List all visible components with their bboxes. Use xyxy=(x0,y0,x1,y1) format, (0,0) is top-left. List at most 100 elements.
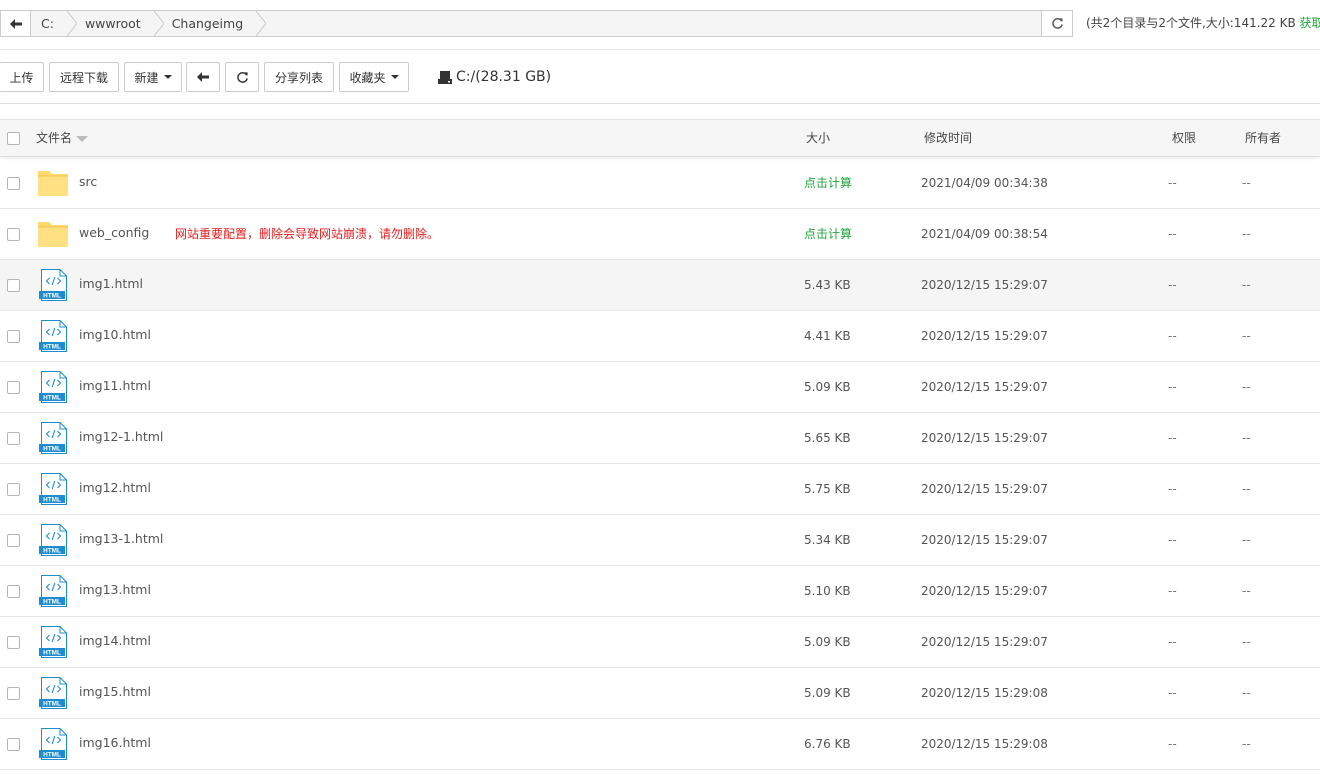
folder-icon xyxy=(38,171,68,196)
calculate-size-link[interactable]: 点击计算 xyxy=(804,209,852,259)
svg-text:HTML: HTML xyxy=(43,548,61,555)
row-checkbox[interactable] xyxy=(7,636,20,649)
mtime-column-header[interactable]: 修改时间 xyxy=(924,120,972,157)
file-name-link[interactable]: img12.html xyxy=(79,464,151,514)
owner: -- xyxy=(1242,584,1251,598)
table-row[interactable]: HTML img15.html 5.09 KB 2020/12/15 15:29:0… xyxy=(0,668,1320,719)
chevron-right-icon xyxy=(256,11,267,36)
modified-time: 2020/12/15 15:29:07 xyxy=(921,329,1048,343)
row-checkbox[interactable] xyxy=(7,738,20,751)
arrow-left-icon xyxy=(197,72,209,82)
file-name-link[interactable]: img1.html xyxy=(79,260,143,310)
row-checkbox[interactable] xyxy=(7,330,20,343)
upload-button[interactable]: 上传 xyxy=(0,62,44,92)
file-size: 5.34 KB xyxy=(804,533,851,547)
permission: -- xyxy=(1168,380,1177,394)
name-column-header[interactable]: 文件名 xyxy=(36,120,89,157)
html-file-icon: HTML xyxy=(39,320,67,352)
divider xyxy=(0,103,1320,104)
share-list-button[interactable]: 分享列表 xyxy=(264,62,334,92)
svg-text:HTML: HTML xyxy=(43,701,61,708)
path-refresh-button[interactable] xyxy=(1041,10,1073,37)
hard-drive-icon xyxy=(438,70,452,84)
permission: -- xyxy=(1168,278,1177,292)
file-name-link[interactable]: img14.html xyxy=(79,617,151,667)
new-dropdown-button[interactable]: 新建 xyxy=(124,62,182,92)
file-table-body: src 点击计算 2021/04/09 00:34:38 -- -- web_confi… xyxy=(0,158,1320,770)
svg-text:HTML: HTML xyxy=(43,497,61,504)
owner: -- xyxy=(1242,533,1251,547)
sort-down-icon xyxy=(76,135,89,142)
directory-summary: (共2个目录与2个文件,大小:141.22 KB 获取) xyxy=(1086,10,1320,37)
file-name-link[interactable]: img13-1.html xyxy=(79,515,163,565)
row-checkbox[interactable] xyxy=(7,432,20,445)
caret-down-icon xyxy=(390,75,399,79)
new-button-label: 新建 xyxy=(134,70,159,85)
file-name-link[interactable]: src xyxy=(79,158,97,208)
row-checkbox[interactable] xyxy=(7,381,20,394)
table-row[interactable]: HTML img12-1.html 5.65 KB 2020/12/15 15:29… xyxy=(0,413,1320,464)
permission: -- xyxy=(1168,482,1177,496)
table-row[interactable]: src 点击计算 2021/04/09 00:34:38 -- -- xyxy=(0,158,1320,209)
row-checkbox[interactable] xyxy=(7,585,20,598)
refresh-icon xyxy=(1051,18,1063,29)
modified-time: 2020/12/15 15:29:07 xyxy=(921,278,1048,292)
modified-time: 2020/12/15 15:29:07 xyxy=(921,533,1048,547)
file-name-link[interactable]: img16.html xyxy=(79,719,151,769)
warning-note: 网站重要配置，删除会导致网站崩溃，请勿删除。 xyxy=(175,227,440,241)
file-name-link[interactable]: img13.html xyxy=(79,566,151,616)
disk-selector[interactable]: C:/(28.31 GB) xyxy=(438,62,551,92)
breadcrumb-item[interactable]: C: xyxy=(31,11,77,36)
html-file-icon: HTML xyxy=(39,422,67,454)
row-checkbox[interactable] xyxy=(7,279,20,292)
size-column-header[interactable]: 大小 xyxy=(806,120,830,157)
divider xyxy=(0,49,1320,50)
row-checkbox[interactable] xyxy=(7,534,20,547)
back-button[interactable] xyxy=(186,62,220,92)
file-name-link[interactable]: web_config xyxy=(79,209,149,259)
html-file-icon: HTML xyxy=(39,269,67,301)
row-checkbox[interactable] xyxy=(7,687,20,700)
table-row[interactable]: HTML img14.html 5.09 KB 2020/12/15 15:29:0… xyxy=(0,617,1320,668)
file-name-link[interactable]: img12-1.html xyxy=(79,413,163,463)
permission: -- xyxy=(1168,329,1177,343)
remote-download-button[interactable]: 远程下载 xyxy=(49,62,119,92)
file-table-header: 文件名 大小 修改时间 权限 所有者 xyxy=(0,119,1320,157)
permission: -- xyxy=(1168,431,1177,445)
table-row[interactable]: HTML img10.html 4.41 KB 2020/12/15 15:29:0… xyxy=(0,311,1320,362)
breadcrumb-item[interactable]: wwwroot xyxy=(75,11,164,36)
row-checkbox[interactable] xyxy=(7,177,20,190)
file-name-link[interactable]: img10.html xyxy=(79,311,151,361)
file-size: 6.76 KB xyxy=(804,737,851,751)
table-row[interactable]: HTML img11.html 5.09 KB 2020/12/15 15:29:0… xyxy=(0,362,1320,413)
arrow-left-icon xyxy=(9,18,22,29)
select-all-checkbox[interactable] xyxy=(7,132,20,145)
table-row[interactable]: web_config 网站重要配置，删除会导致网站崩溃，请勿删除。 点击计算 2021… xyxy=(0,209,1320,260)
modified-time: 2020/12/15 15:29:07 xyxy=(921,584,1048,598)
table-row[interactable]: HTML img13-1.html 5.34 KB 2020/12/15 15:29… xyxy=(0,515,1320,566)
favorites-dropdown-button[interactable]: 收藏夹 xyxy=(339,62,409,92)
breadcrumb-item[interactable]: Changeimg xyxy=(162,11,267,36)
owner: -- xyxy=(1242,278,1251,292)
calculate-size-link[interactable]: 点击计算 xyxy=(804,158,852,208)
table-row[interactable]: HTML img1.html 5.43 KB 2020/12/15 15:29:07… xyxy=(0,260,1320,311)
modified-time: 2021/04/09 00:38:54 xyxy=(921,227,1048,241)
row-checkbox[interactable] xyxy=(7,228,20,241)
file-name-link[interactable]: img15.html xyxy=(79,668,151,718)
get-size-link[interactable]: 获取) xyxy=(1300,16,1320,30)
disk-label: C:/(28.31 GB) xyxy=(456,69,552,85)
table-row[interactable]: HTML img12.html 5.75 KB 2020/12/15 15:29:0… xyxy=(0,464,1320,515)
file-size: 5.65 KB xyxy=(804,431,851,445)
svg-text:HTML: HTML xyxy=(43,293,61,300)
refresh-button[interactable] xyxy=(225,62,259,92)
table-row[interactable]: HTML img13.html 5.10 KB 2020/12/15 15:29:0… xyxy=(0,566,1320,617)
svg-text:HTML: HTML xyxy=(43,752,61,759)
owner: -- xyxy=(1242,482,1251,496)
table-row[interactable]: HTML img16.html 6.76 KB 2020/12/15 15:29:0… xyxy=(0,719,1320,770)
row-checkbox[interactable] xyxy=(7,483,20,496)
path-back-button[interactable] xyxy=(0,10,30,37)
owner: -- xyxy=(1242,431,1251,445)
refresh-icon xyxy=(236,71,248,83)
file-size: 5.09 KB xyxy=(804,686,851,700)
file-name-link[interactable]: img11.html xyxy=(79,362,151,412)
